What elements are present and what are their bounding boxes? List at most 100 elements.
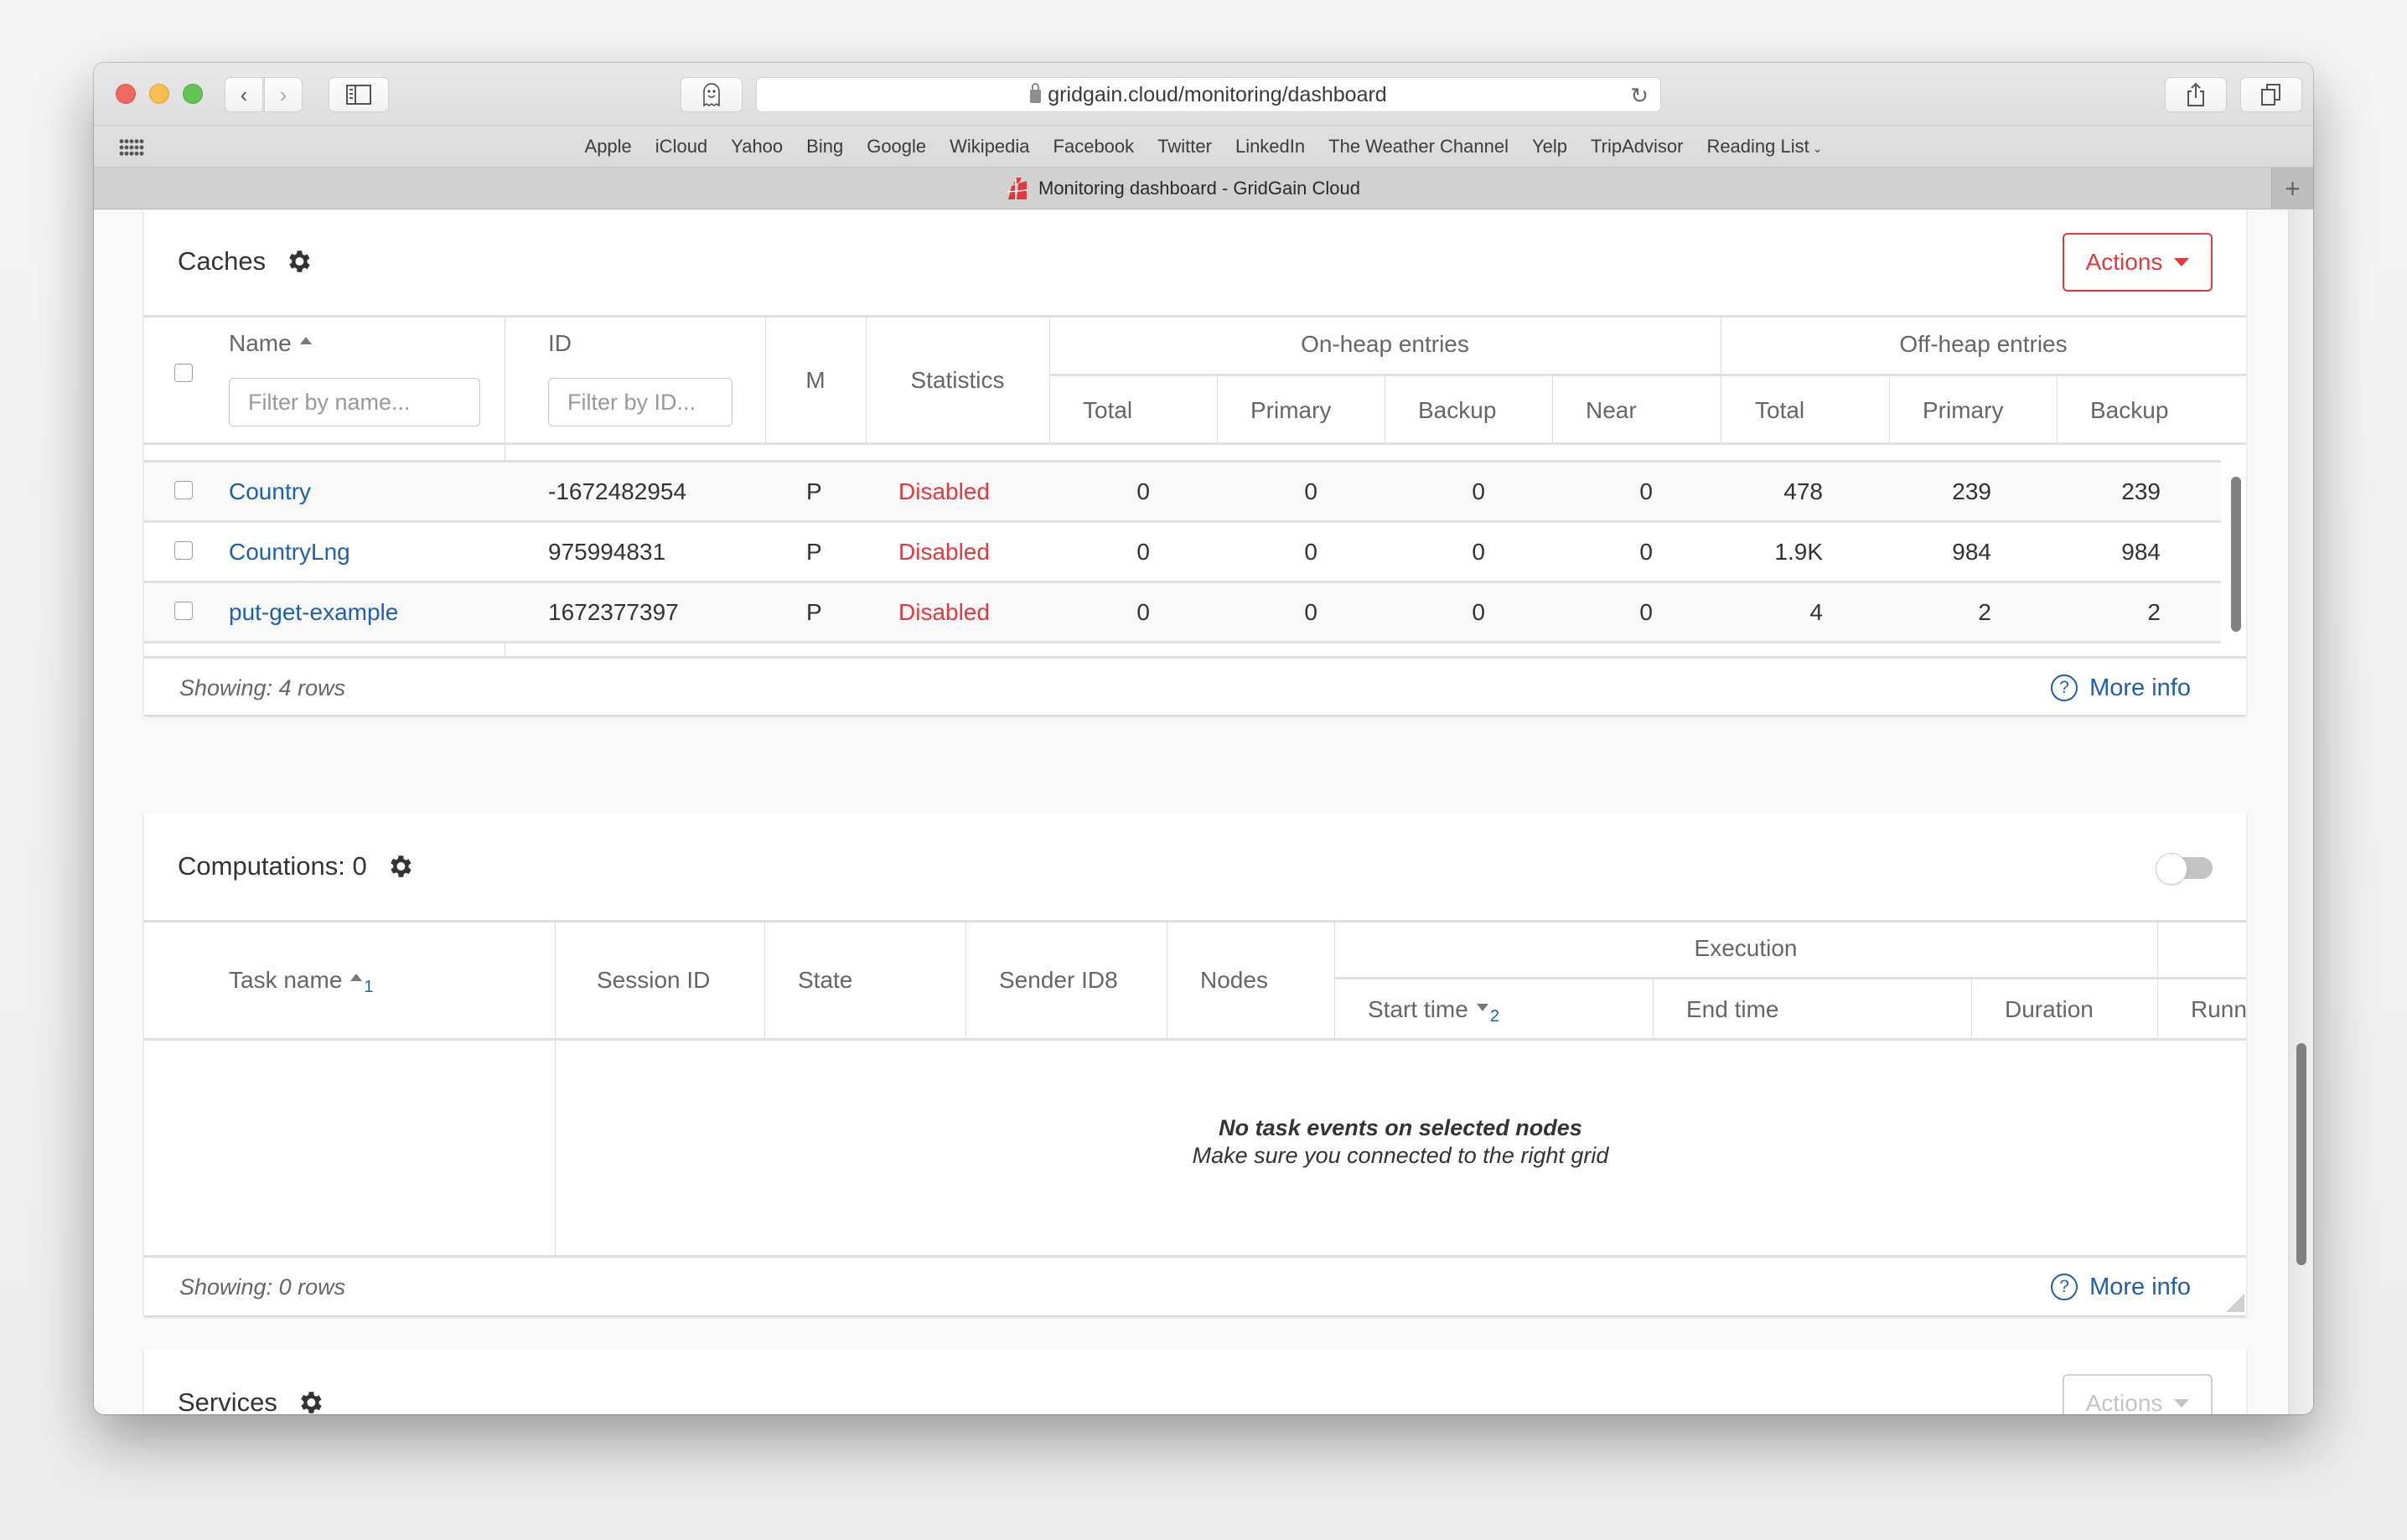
computations-monitoring-toggle[interactable] xyxy=(2156,853,2213,885)
share-button[interactable] xyxy=(2165,77,2227,112)
tab-overview-button[interactable] xyxy=(2240,77,2302,112)
cache-id: -1672482954 xyxy=(548,478,687,504)
cache-on-primary-value: 0 xyxy=(1304,538,1317,565)
gear-icon[interactable] xyxy=(296,1388,324,1414)
column-header-running[interactable]: Runn xyxy=(2191,979,2246,1041)
services-title-text: Services xyxy=(178,1388,277,1414)
cache-off-primary-value: 2 xyxy=(1978,598,1991,625)
bookmark-weather-channel[interactable]: The Weather Channel xyxy=(1317,136,1520,158)
column-header-on-heap-near[interactable]: Near xyxy=(1586,375,1637,445)
forward-button[interactable]: › xyxy=(264,77,303,112)
resize-handle[interactable] xyxy=(2226,1294,2244,1312)
column-header-id[interactable]: ID xyxy=(548,327,572,360)
column-header-mode[interactable]: M xyxy=(765,315,866,445)
bookmark-facebook[interactable]: Facebook xyxy=(1042,136,1147,158)
column-header-state[interactable]: State xyxy=(798,920,852,1041)
cache-off-backup-value: 984 xyxy=(2121,538,2161,565)
cache-name-link[interactable]: Country xyxy=(229,463,311,520)
gear-icon[interactable] xyxy=(386,852,414,881)
computations-more-info-link[interactable]: ? More info xyxy=(2051,1258,2191,1316)
gear-icon[interactable] xyxy=(284,247,313,276)
caches-more-info-link[interactable]: ? More info xyxy=(2051,659,2191,717)
new-tab-button[interactable]: + xyxy=(2271,168,2313,209)
tab-bar: Monitoring dashboard - GridGain Cloud + xyxy=(94,168,2313,209)
cache-name-link[interactable]: put-get-example xyxy=(229,583,398,641)
bookmark-icloud[interactable]: iCloud xyxy=(644,136,719,158)
bookmark-twitter[interactable]: Twitter xyxy=(1146,136,1224,158)
cache-off-total-value: 4 xyxy=(1809,598,1823,625)
address-bar[interactable]: gridgain.cloud/monitoring/dashboard ↻ xyxy=(756,77,1661,112)
column-header-name[interactable]: Name xyxy=(229,327,312,360)
caches-table-scrollbar[interactable] xyxy=(2231,477,2241,632)
bookmark-tripadvisor[interactable]: TripAdvisor xyxy=(1579,136,1695,158)
caches-footer: Showing: 4 rows ? More info xyxy=(144,656,2246,715)
task-name-header-label: Task name xyxy=(229,967,343,993)
cache-name-link[interactable]: CountryLng xyxy=(229,523,350,581)
cache-on-backup-value: 0 xyxy=(1472,538,1485,565)
row-checkbox[interactable] xyxy=(174,541,193,560)
filter-by-id-input[interactable]: Filter by ID... xyxy=(548,378,732,426)
caches-actions-button[interactable]: Actions xyxy=(2063,233,2213,292)
bookmark-yahoo[interactable]: Yahoo xyxy=(719,136,795,158)
column-header-nodes[interactable]: Nodes xyxy=(1200,920,1268,1041)
cache-row[interactable]: CountryLng 975994831 P Disabled 0 0 0 0 1.9K 984 9… xyxy=(144,520,2221,581)
column-header-on-heap-backup[interactable]: Backup xyxy=(1418,375,1496,445)
ghostery-extension-button[interactable] xyxy=(681,77,743,112)
minimize-window-button[interactable] xyxy=(149,84,169,104)
column-header-on-heap-primary[interactable]: Primary xyxy=(1250,375,1331,445)
row-checkbox[interactable] xyxy=(174,602,193,620)
sidebar-toggle-button[interactable] xyxy=(329,77,389,112)
cache-on-near-value: 0 xyxy=(1639,598,1653,625)
column-header-task-name[interactable]: Task name 1 xyxy=(229,920,374,1041)
close-window-button[interactable] xyxy=(116,84,136,104)
bookmark-yelp[interactable]: Yelp xyxy=(1520,136,1579,158)
reading-list-menu[interactable]: Reading List ⌄ xyxy=(1695,136,1834,158)
row-checkbox[interactable] xyxy=(174,481,193,499)
cache-on-total-value: 0 xyxy=(1136,598,1150,625)
bookmark-google[interactable]: Google xyxy=(855,136,938,158)
column-header-off-heap-primary[interactable]: Primary xyxy=(1923,375,2003,445)
cache-off-total-value: 478 xyxy=(1783,478,1823,504)
reload-icon[interactable]: ↻ xyxy=(1630,83,1649,109)
bookmark-linkedin[interactable]: LinkedIn xyxy=(1224,136,1317,158)
column-header-end-time[interactable]: End time xyxy=(1686,979,1779,1041)
bookmark-wikipedia[interactable]: Wikipedia xyxy=(938,136,1041,158)
cache-row[interactable]: put-get-example 1672377397 P Disabled 0 0 0 0 4 2… xyxy=(144,581,2221,641)
empty-state-subtitle: Make sure you connected to the right gri… xyxy=(1192,1143,1609,1168)
sort-ascending-icon xyxy=(350,973,363,981)
select-all-checkbox[interactable] xyxy=(174,364,193,382)
cache-mode: P xyxy=(806,598,822,625)
bookmarks-bar: Apple iCloud Yahoo Bing Google Wikipedia… xyxy=(94,126,2313,168)
active-tab[interactable]: Monitoring dashboard - GridGain Cloud xyxy=(94,168,2271,209)
actions-label: Actions xyxy=(2085,249,2163,275)
cache-off-backup-value: 239 xyxy=(2121,478,2161,504)
cache-row[interactable]: Country -1672482954 P Disabled 0 0 0 0 478 239 239 xyxy=(144,460,2221,520)
computations-title-text: Computations: 0 xyxy=(178,851,367,881)
column-header-start-time[interactable]: Start time 2 xyxy=(1368,979,1499,1041)
caches-row-count: Showing: 4 rows xyxy=(179,674,346,700)
chevron-down-icon: ⌄ xyxy=(1812,142,1823,155)
computations-footer: Showing: 0 rows ? More info xyxy=(144,1255,2246,1314)
column-group-execution: Execution xyxy=(1694,935,1798,961)
computations-table-header: Task name 1 Session ID State Sender ID8 N… xyxy=(144,920,2246,1041)
column-header-on-heap-total[interactable]: Total xyxy=(1083,375,1132,445)
page-scrollbar-thumb[interactable] xyxy=(2296,1043,2306,1265)
column-header-duration[interactable]: Duration xyxy=(2005,979,2094,1041)
column-header-off-heap-total[interactable]: Total xyxy=(1755,375,1804,445)
column-header-off-heap-backup[interactable]: Backup xyxy=(2090,375,2168,445)
cache-statistics-status: Disabled xyxy=(898,598,990,625)
cache-on-primary-value: 0 xyxy=(1304,598,1317,625)
back-button[interactable]: ‹ xyxy=(225,77,263,112)
share-icon xyxy=(2187,82,2204,106)
bookmark-bing[interactable]: Bing xyxy=(795,136,855,158)
cache-on-backup-value: 0 xyxy=(1472,598,1485,625)
column-header-statistics[interactable]: Statistics xyxy=(866,315,1049,445)
bookmark-apple[interactable]: Apple xyxy=(573,136,644,158)
sort-order-index: 2 xyxy=(1489,1006,1499,1026)
chevron-right-icon: › xyxy=(279,81,287,107)
services-actions-button[interactable]: Actions xyxy=(2063,1374,2213,1414)
column-header-sender-id8[interactable]: Sender ID8 xyxy=(999,920,1118,1041)
filter-by-name-input[interactable]: Filter by name... xyxy=(229,378,480,426)
column-header-session-id[interactable]: Session ID xyxy=(597,920,710,1041)
maximize-window-button[interactable] xyxy=(183,84,203,104)
